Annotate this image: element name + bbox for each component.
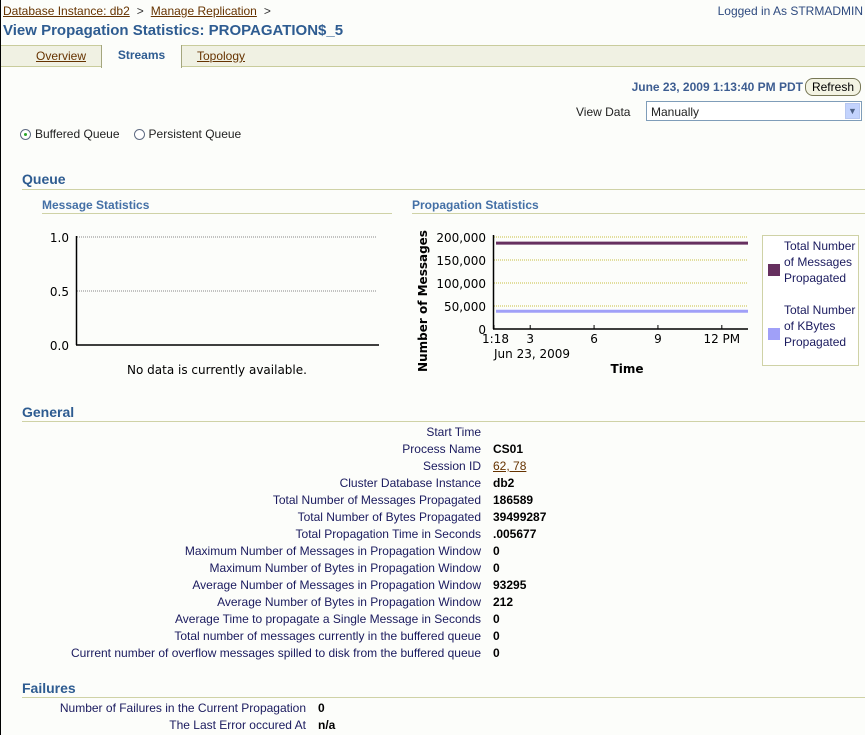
x-tick-label: 1:18 — [482, 332, 509, 346]
buffered-queue-radio[interactable] — [20, 128, 31, 140]
detail-value: .005677 — [493, 527, 537, 541]
propagation-statistics-chart: 200,000150,000100,00050,0000 1:18 3 6 9 12 P… — [416, 230, 748, 376]
detail-label: Current number of overflow messages spil… — [71, 646, 481, 660]
failures-divider — [22, 697, 865, 698]
detail-value: 39499287 — [493, 510, 547, 524]
y-tick-label: 50,000 — [444, 300, 486, 314]
view-data-label: View Data — [576, 105, 631, 119]
detail-value: 0 — [493, 561, 500, 575]
queue-type-radio-group: Buffered Queue Persistent Queue — [20, 127, 251, 141]
timestamp: June 23, 2009 1:13:40 PM PDT — [631, 80, 803, 94]
breadcrumb-separator: > — [263, 4, 271, 18]
detail-label: Total Propagation Time in Seconds — [295, 527, 481, 541]
tab-topology[interactable]: Topology — [181, 46, 261, 67]
detail-value-link-container: 62, 78 — [493, 459, 526, 473]
detail-label: Start Time — [426, 425, 481, 439]
y-tick-label: 100,000 — [436, 277, 486, 291]
x-axis-title: Time — [611, 362, 644, 376]
detail-label: Total number of messages currently in th… — [174, 629, 481, 643]
logged-in-user: Logged in As STRMADMIN — [717, 4, 863, 18]
detail-value: 0 — [318, 701, 325, 715]
detail-label: The Last Error occured At — [169, 718, 306, 732]
legend-swatch — [768, 264, 780, 276]
detail-value: 0 — [493, 646, 500, 660]
detail-value: CS01 — [493, 442, 524, 456]
detail-label: Number of Failures in the Current Propag… — [59, 701, 306, 715]
detail-label: Average Number of Messages in Propagatio… — [192, 578, 481, 592]
no-data-message: No data is currently available. — [127, 363, 307, 377]
y-axis-title: Number of Messages — [416, 230, 430, 372]
chevron-down-icon[interactable]: ▼ — [845, 103, 860, 119]
detail-value: 0 — [493, 612, 500, 626]
general-divider — [22, 421, 865, 422]
y-tick-label: 1.0 — [50, 231, 69, 245]
message-statistics-title: Message Statistics — [42, 198, 150, 212]
session-id-link[interactable]: 62, 78 — [493, 459, 526, 473]
view-data-selected: Manually — [651, 105, 700, 119]
message-statistics-chart: 1.0 0.5 0.0 No data is currently availab… — [50, 231, 379, 377]
page-title: View Propagation Statistics: PROPAGATION… — [3, 22, 344, 39]
detail-label: Total Number of Messages Propagated — [272, 493, 481, 507]
detail-value: 0 — [493, 629, 500, 643]
view-data-select[interactable]: Manually ▼ — [646, 101, 862, 121]
legend-label: Total Number of KBytes Propagated — [784, 303, 856, 349]
detail-value: 0 — [493, 544, 500, 558]
breadcrumb: Database Instance: db2 > Manage Replicatio… — [3, 4, 278, 18]
chart-legend: Total Number of Messages Propagated Tota… — [762, 235, 859, 366]
breadcrumb-database-instance[interactable]: Database Instance: db2 — [3, 4, 130, 18]
general-section-title: General — [22, 404, 75, 420]
detail-value: 186589 — [493, 493, 534, 507]
y-tick-label: 150,000 — [436, 254, 486, 268]
tab-topology-label[interactable]: Topology — [197, 49, 245, 63]
detail-value: n/a — [318, 718, 336, 732]
tab-bar: Overview Streams Topology — [1, 45, 865, 68]
legend-swatch — [768, 328, 780, 340]
legend-label: Total Number of Messages Propagated — [784, 239, 856, 285]
failures-section-title: Failures — [22, 680, 76, 696]
x-sublabel: Jun 23, 2009 — [493, 347, 570, 361]
detail-value: db2 — [493, 476, 515, 490]
x-tick-label: 12 PM — [703, 332, 740, 346]
persistent-queue-label[interactable]: Persistent Queue — [149, 127, 242, 141]
message-statistics-divider — [42, 213, 392, 214]
x-tick-label: 6 — [590, 332, 598, 346]
detail-label: Average Time to propagate a Single Messa… — [175, 612, 481, 626]
y-tick-label: 0.0 — [50, 339, 69, 353]
refresh-button[interactable]: Refresh — [804, 78, 861, 96]
breadcrumb-separator: > — [136, 4, 144, 18]
detail-label: Process Name — [402, 442, 481, 456]
tab-overview-label[interactable]: Overview — [36, 49, 86, 63]
breadcrumb-manage-replication[interactable]: Manage Replication — [151, 4, 257, 18]
tab-overview[interactable]: Overview — [21, 46, 101, 67]
buffered-queue-label[interactable]: Buffered Queue — [35, 127, 120, 141]
tab-streams-label: Streams — [117, 48, 166, 62]
tab-streams[interactable]: Streams — [101, 45, 182, 68]
persistent-queue-radio[interactable] — [133, 128, 145, 140]
y-tick-label: 0.5 — [50, 285, 69, 299]
detail-label: Maximum Number of Bytes in Propagation W… — [209, 561, 481, 575]
detail-label: Cluster Database Instance — [339, 476, 481, 490]
detail-label: Average Number of Bytes in Propagation W… — [217, 595, 481, 609]
detail-value: 212 — [493, 595, 514, 609]
detail-value: 93295 — [493, 578, 527, 592]
x-tick-label: 9 — [654, 332, 662, 346]
y-tick-label: 200,000 — [436, 231, 486, 245]
detail-label: Maximum Number of Messages in Propagatio… — [184, 544, 481, 558]
queue-divider — [22, 189, 865, 190]
x-tick-label: 3 — [526, 332, 534, 346]
propagation-statistics-divider — [412, 213, 865, 214]
propagation-statistics-title: Propagation Statistics — [412, 198, 539, 212]
detail-label: Total Number of Bytes Propagated — [297, 510, 481, 524]
queue-section-title: Queue — [22, 171, 66, 187]
detail-label: Session ID — [422, 459, 481, 473]
